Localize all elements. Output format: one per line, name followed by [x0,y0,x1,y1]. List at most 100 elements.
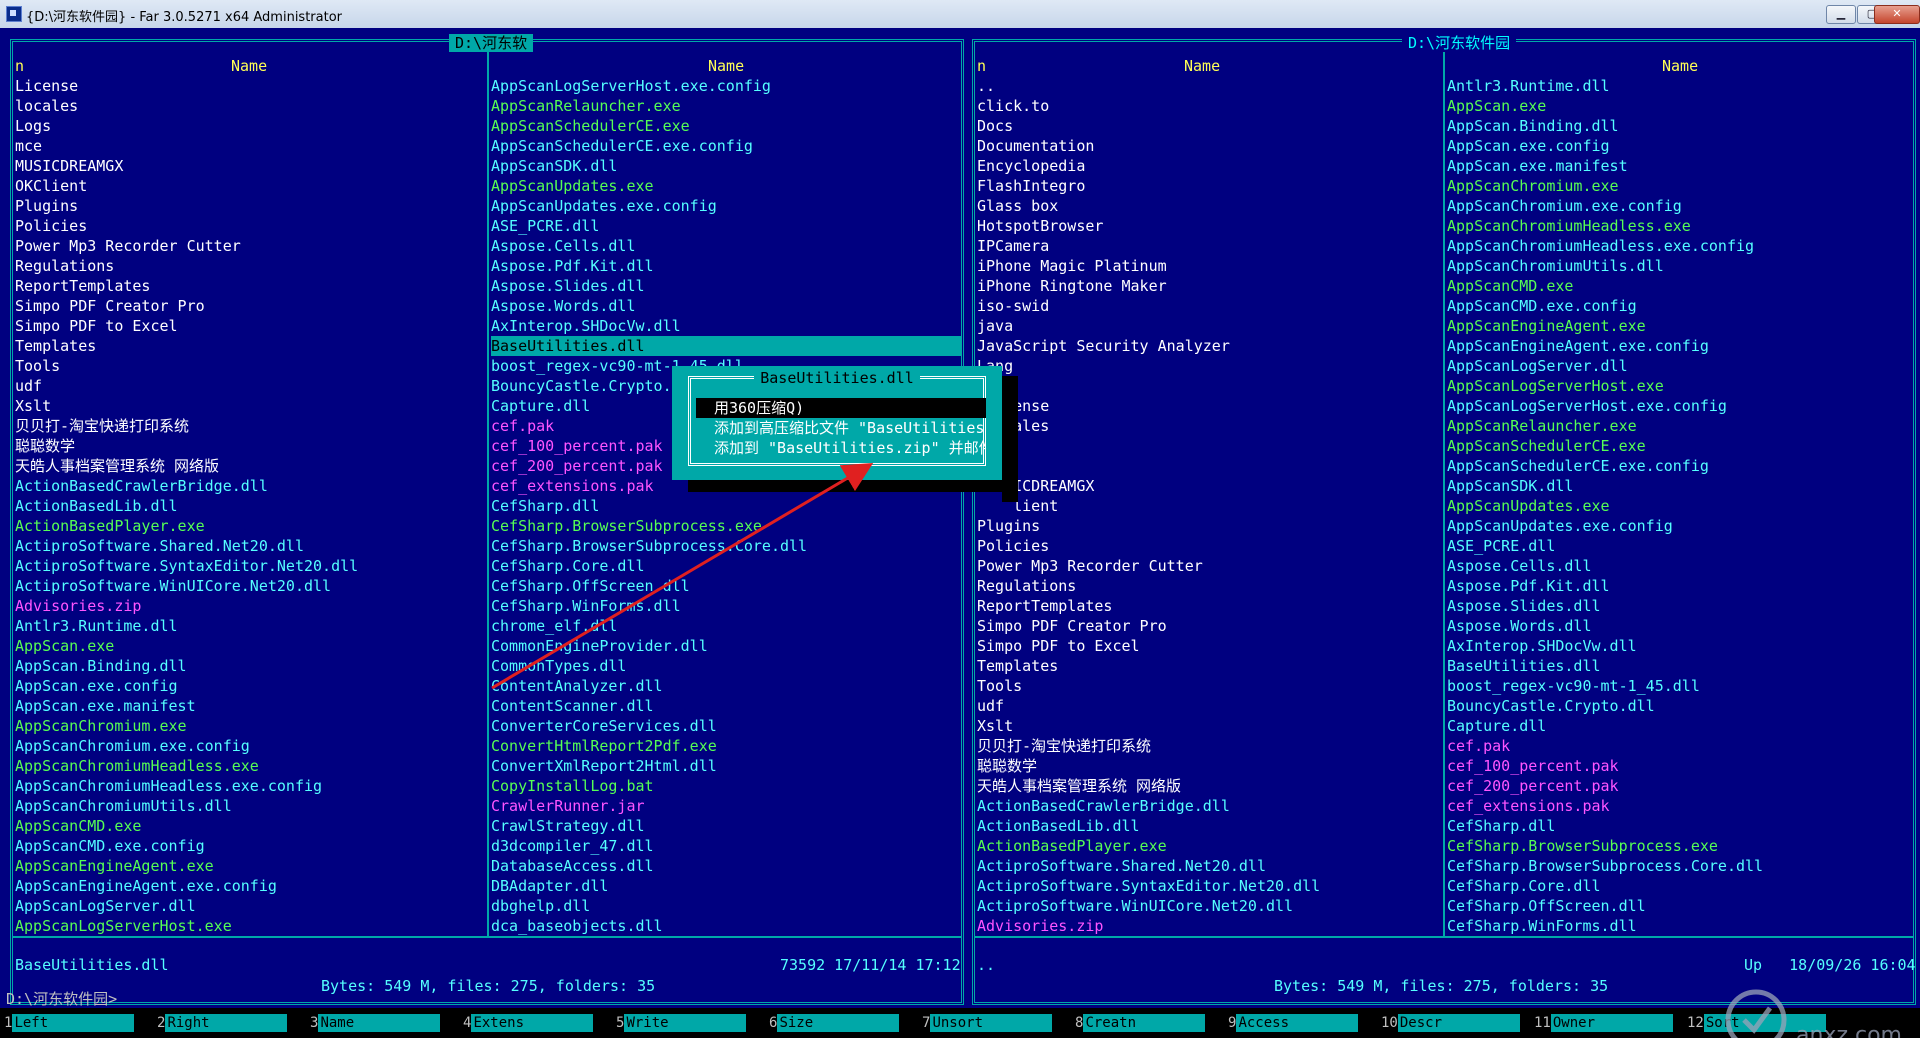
file-item[interactable]: BaseUtilities.dll [491,336,961,356]
file-item[interactable]: CefSharp.dll [491,496,961,516]
panel-path[interactable]: D:\河东软 [449,34,534,52]
file-item[interactable]: ActiproSoftware.WinUICore.Net20.dll [15,576,485,596]
file-item[interactable]: ASE_PCRE.dll [1447,536,1913,556]
file-item[interactable]: lient [977,496,1439,516]
file-item[interactable]: ales [977,416,1439,436]
column-header-name[interactable]: Name [1662,57,1698,75]
file-item[interactable]: Advisories.zip [977,916,1439,936]
file-item[interactable]: 聪聪数学 [977,756,1439,776]
file-item[interactable]: AppScanChromiumUtils.dll [1447,256,1913,276]
file-item[interactable]: AppScanUpdates.exe [1447,496,1913,516]
file-item[interactable]: CefSharp.BrowserSubprocess.exe [491,516,961,536]
file-item[interactable] [977,376,1439,396]
file-item[interactable]: ActiproSoftware.WinUICore.Net20.dll [977,896,1439,916]
file-item[interactable]: BouncyCastle.Crypto.dll [1447,696,1913,716]
file-item[interactable]: AppScan.Binding.dll [1447,116,1913,136]
file-item[interactable]: ActionBasedPlayer.exe [977,836,1439,856]
file-item[interactable]: CrawlerRunner.jar [491,796,961,816]
file-item[interactable]: 天皓人事档案管理系统 网络版 [977,776,1439,796]
command-line[interactable]: D:\河东软件园> [6,990,117,1008]
file-item[interactable]: AppScanLogServerHost.exe [15,916,485,936]
file-item[interactable]: iso-swid [977,296,1439,316]
file-item[interactable]: locales [15,96,485,116]
right-file-panel[interactable]: D:\河东软件园 n Name Name .. click.to Docs Docum… [968,34,1920,1008]
file-item[interactable]: 贝贝打-淘宝快递打印系统 [15,416,485,436]
file-item[interactable]: License [15,76,485,96]
file-item[interactable]: AppScanCMD.exe [15,816,485,836]
file-item[interactable]: AppScanSchedulerCE.exe [491,116,961,136]
file-item[interactable]: AppScanChromiumUtils.dll [15,796,485,816]
file-item[interactable]: ICDREAMGX [977,476,1439,496]
file-item[interactable]: AppScanSchedulerCE.exe.config [1447,456,1913,476]
file-item[interactable]: dbghelp.dll [491,896,961,916]
file-item[interactable]: AppScanChromium.exe [15,716,485,736]
file-item[interactable]: ense [977,396,1439,416]
file-item[interactable]: ActionBasedLib.dll [977,816,1439,836]
file-item[interactable]: iPhone Magic Platinum [977,256,1439,276]
file-item[interactable]: Tools [977,676,1439,696]
file-item[interactable]: CefSharp.BrowserSubprocess.Core.dll [491,536,961,556]
file-item[interactable]: udf [977,696,1439,716]
file-item[interactable]: CefSharp.WinForms.dll [1447,916,1913,936]
file-item[interactable]: Docs [977,116,1439,136]
fkey-8[interactable]: 8 Creatn [1075,1014,1206,1032]
column-header-name[interactable]: Name [708,57,744,75]
file-item[interactable]: cef_200_percent.pak [1447,776,1913,796]
file-item[interactable]: ContentScanner.dll [491,696,961,716]
file-item[interactable]: AppScan.exe.manifest [1447,156,1913,176]
fkey-4[interactable]: 4 Extens [463,1014,594,1032]
file-item[interactable]: ActionBasedLib.dll [15,496,485,516]
file-item[interactable]: Capture.dll [1447,716,1913,736]
file-item[interactable]: AppScanEngineAgent.exe.config [15,876,485,896]
file-item[interactable]: .. [977,76,1439,96]
file-item[interactable]: Logs [15,116,485,136]
file-item[interactable]: Power Mp3 Recorder Cutter [15,236,485,256]
file-item[interactable]: boost_regex-vc90-mt-1_45.dll [1447,676,1913,696]
file-item[interactable]: ReportTemplates [15,276,485,296]
file-item[interactable]: ActiproSoftware.SyntaxEditor.Net20.dll [15,556,485,576]
file-item[interactable]: AppScanChromiumHeadless.exe [1447,216,1913,236]
file-item[interactable]: Simpo PDF to Excel [977,636,1439,656]
file-item[interactable]: cef_extensions.pak [1447,796,1913,816]
file-item[interactable]: java [977,316,1439,336]
file-item[interactable]: ActiproSoftware.Shared.Net20.dll [977,856,1439,876]
file-item[interactable]: AppScanUpdates.exe.config [1447,516,1913,536]
file-item[interactable]: AppScan.exe.config [15,676,485,696]
dialog-menu-item[interactable]: 添加到高压缩比文件 "BaseUtilities [696,418,986,438]
file-item[interactable]: OKClient [15,176,485,196]
file-item[interactable]: CefSharp.OffScreen.dll [1447,896,1913,916]
fkey-2[interactable]: 2 Right [157,1014,288,1032]
file-item[interactable]: BaseUtilities.dll [1447,656,1913,676]
file-item[interactable]: Regulations [15,256,485,276]
fkey-3[interactable]: 3 Name [310,1014,441,1032]
file-item[interactable]: AppScanChromiumHeadless.exe.config [15,776,485,796]
file-item[interactable]: ConvertHtmlReport2Pdf.exe [491,736,961,756]
file-item[interactable]: CommonEngineProvider.dll [491,636,961,656]
file-item[interactable]: ConvertXmlReport2Html.dll [491,756,961,776]
file-item[interactable]: AppScanSchedulerCE.exe [1447,436,1913,456]
file-item[interactable]: AppScanEngineAgent.exe [15,856,485,876]
file-item[interactable]: d3dcompiler_47.dll [491,836,961,856]
file-item[interactable]: ActionBasedCrawlerBridge.dll [977,796,1439,816]
file-item[interactable]: MUSICDREAMGX [15,156,485,176]
file-item[interactable]: JavaScript Security Analyzer [977,336,1439,356]
file-item[interactable]: CefSharp.Core.dll [491,556,961,576]
file-item[interactable]: Aspose.Cells.dll [1447,556,1913,576]
file-item[interactable]: AppScanChromium.exe.config [15,736,485,756]
fkey-1[interactable]: 1 Left [4,1014,135,1032]
file-item[interactable]: DBAdapter.dll [491,876,961,896]
file-item[interactable]: Regulations [977,576,1439,596]
file-item[interactable]: Aspose.Pdf.Kit.dll [491,256,961,276]
file-item[interactable] [977,456,1439,476]
dialog-menu-item[interactable]: 添加到 "BaseUtilities.zip" 并邮件 [696,438,986,458]
file-item[interactable]: 贝贝打-淘宝快递打印系统 [977,736,1439,756]
file-item[interactable]: Lang [977,356,1439,376]
file-item[interactable]: AppScanCMD.exe.config [15,836,485,856]
file-item[interactable]: iPhone Ringtone Maker [977,276,1439,296]
file-item[interactable]: Advisories.zip [15,596,485,616]
file-item[interactable]: Glass box [977,196,1439,216]
file-item[interactable]: udf [15,376,485,396]
file-item[interactable]: Policies [977,536,1439,556]
file-item[interactable] [977,436,1439,456]
file-item[interactable]: AppScanSDK.dll [1447,476,1913,496]
